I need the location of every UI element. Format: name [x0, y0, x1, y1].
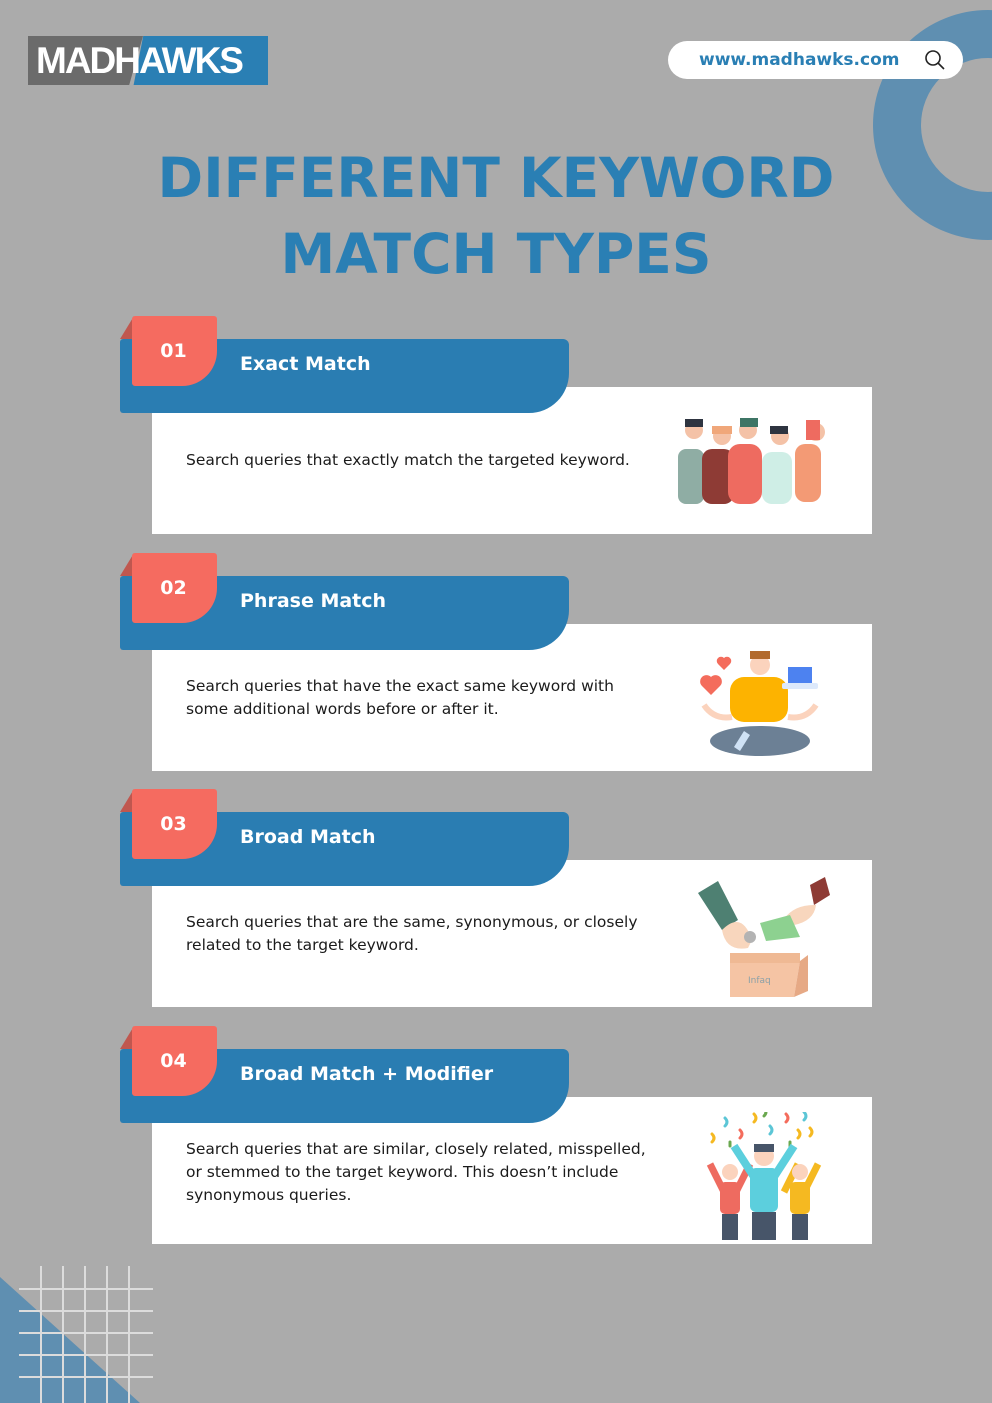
match-type-item: 04 Broad Match + Modifier Search queries…: [0, 1026, 992, 1251]
item-description: Search queries that exactly match the ta…: [186, 451, 630, 469]
group-of-people-illustration: [678, 418, 825, 504]
donation-box-illustration: Infaq: [698, 877, 830, 997]
item-description: Search queries that have the exact same …: [186, 677, 614, 718]
celebrating-people-illustration: [706, 1112, 822, 1240]
title-line-2: MATCH TYPES: [280, 222, 712, 286]
madhawks-logo[interactable]: MADHAWKS: [28, 36, 268, 85]
box-label: Infaq: [748, 976, 771, 986]
number-badge: 01: [132, 316, 217, 386]
title-line-1: DIFFERENT KEYWORD: [157, 146, 835, 210]
url-search-bar[interactable]: www.madhawks.com: [668, 41, 963, 79]
item-heading: Broad Match + Modifier: [240, 1063, 494, 1085]
search-icon[interactable]: [923, 48, 947, 72]
decorative-grid: [19, 1266, 153, 1403]
item-heading: Exact Match: [240, 353, 371, 375]
meditating-person-illustration: [700, 651, 819, 756]
item-description: Search queries that are the same, synony…: [186, 913, 638, 954]
number-badge: 04: [132, 1026, 217, 1096]
number-badge: 03: [132, 789, 217, 859]
match-type-item: 01 Exact Match Search queries that exact…: [0, 316, 992, 541]
website-url[interactable]: www.madhawks.com: [699, 50, 923, 70]
item-heading: Broad Match: [240, 826, 376, 848]
logo-text: MADHAWKS: [36, 40, 244, 81]
item-heading: Phrase Match: [240, 590, 387, 612]
item-description: Search queries that are similar, closely…: [186, 1140, 646, 1204]
number-badge: 02: [132, 553, 217, 623]
match-type-item: 02 Phrase Match Search queries that have…: [0, 553, 992, 778]
match-type-item: 03 Broad Match Search queries that are t…: [0, 789, 992, 1014]
page-title: DIFFERENT KEYWORD MATCH TYPES: [0, 140, 992, 292]
